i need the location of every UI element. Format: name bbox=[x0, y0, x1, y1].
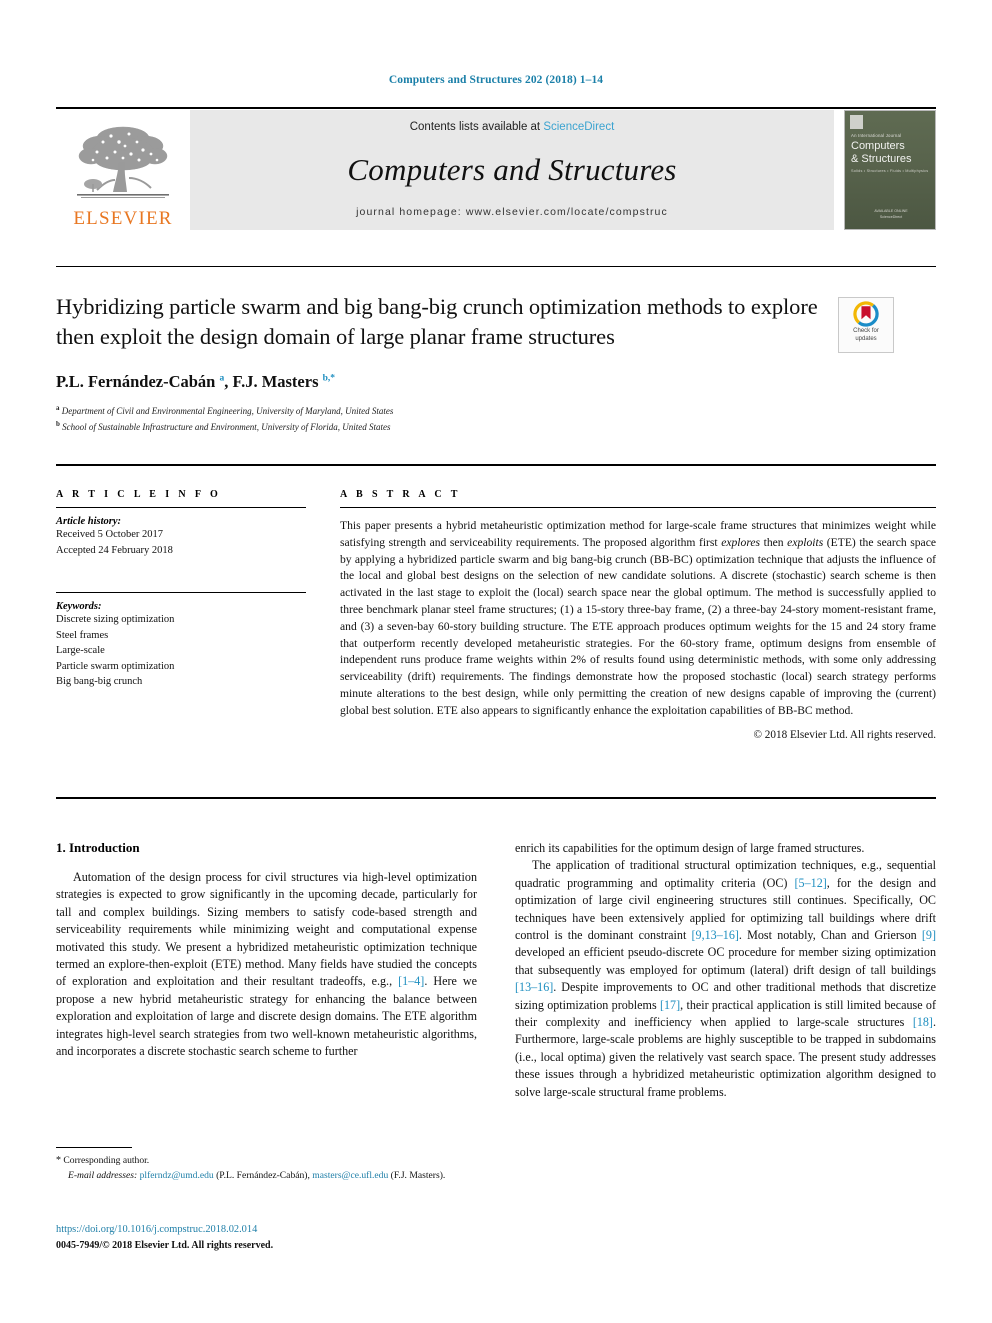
cover-subtitle: Solids • Structures • Fluids • Multiphys… bbox=[851, 169, 929, 173]
elsevier-tree-icon bbox=[77, 126, 169, 198]
article-history-label: Article history: bbox=[56, 516, 122, 527]
article-history-received: Received 5 October 2017 bbox=[56, 529, 164, 540]
article-history-accepted: Accepted 24 February 2018 bbox=[56, 544, 173, 556]
footnote-rule bbox=[56, 1147, 132, 1148]
affiliation-b: b School of Sustainable Infrastructure a… bbox=[56, 419, 846, 435]
abstract-heading: A B S T R A C T bbox=[340, 489, 461, 500]
journal-masthead: ELSEVIER Contents lists available at Sci… bbox=[56, 110, 936, 230]
doi-link[interactable]: https://doi.org/10.1016/j.compstruc.2018… bbox=[56, 1222, 477, 1238]
intro-paragraph-right-2: The application of traditional structura… bbox=[515, 858, 937, 1099]
affiliation-a-marker: a bbox=[56, 404, 60, 413]
elsevier-logo: ELSEVIER bbox=[56, 110, 190, 230]
intro-paragraph-left: Automation of the design process for civ… bbox=[56, 870, 477, 1059]
affiliation-list: a Department of Civil and Environmental … bbox=[56, 403, 846, 434]
title-block: Hybridizing particle swarm and big bang-… bbox=[56, 292, 846, 435]
cover-elsevier-icon bbox=[850, 115, 863, 129]
keyword-item: Particle swarm optimization bbox=[56, 660, 175, 672]
cover-footer: AVAILABLE ONLINE ScienceDirect bbox=[874, 209, 908, 219]
article-info-heading: A R T I C L E I N F O bbox=[56, 489, 222, 500]
abstract-bottom-rule bbox=[56, 797, 936, 800]
crossmark-icon bbox=[853, 301, 879, 327]
doi-block: https://doi.org/10.1016/j.compstruc.2018… bbox=[56, 1222, 477, 1253]
keywords-block: Keywords: Discrete sizing optimization S… bbox=[56, 592, 306, 690]
section-heading-introduction: 1. Introduction bbox=[56, 840, 140, 855]
masthead-center: Contents lists available at ScienceDirec… bbox=[190, 110, 834, 230]
issn-copyright-line: 0045-7949/© 2018 Elsevier Ltd. All right… bbox=[56, 1239, 274, 1251]
abstract-top-rule bbox=[56, 464, 936, 467]
contents-available-line: Contents lists available at ScienceDirec… bbox=[410, 121, 615, 133]
intro-paragraph-right-1: enrich its capabilities for the optimum … bbox=[515, 841, 865, 855]
affiliation-a: a Department of Civil and Environmental … bbox=[56, 403, 846, 419]
email-addresses-note: E-mail addresses: plferndz@umd.edu (P.L.… bbox=[68, 1169, 446, 1181]
journal-cover-thumbnail[interactable]: An International Journal Computers & Str… bbox=[844, 110, 936, 230]
abstract-column: A B S T R A C T This paper presents a hy… bbox=[340, 489, 936, 741]
cover-journal-name: Computers & Structures bbox=[851, 140, 912, 166]
sciencedirect-link[interactable]: ScienceDirect bbox=[543, 121, 614, 133]
elsevier-wordmark: ELSEVIER bbox=[73, 208, 173, 229]
paper-page: Computers and Structures 202 (2018) 1–14 bbox=[0, 0, 992, 1323]
keyword-item: Discrete sizing optimization bbox=[56, 614, 175, 626]
masthead-top-rule bbox=[56, 107, 936, 109]
keyword-item: Steel frames bbox=[56, 629, 109, 641]
affiliation-b-marker: b bbox=[56, 419, 60, 428]
affiliation-b-text: School of Sustainable Infrastructure and… bbox=[62, 421, 391, 432]
crossmark-badge[interactable]: Check for updates bbox=[838, 297, 894, 353]
affiliation-a-text: Department of Civil and Environmental En… bbox=[61, 406, 394, 417]
keywords-label: Keywords: bbox=[56, 601, 102, 613]
contents-prefix: Contents lists available at bbox=[409, 121, 544, 133]
corresponding-author-note: * Corresponding author. bbox=[56, 1155, 150, 1166]
journal-homepage-link[interactable]: journal homepage: www.elsevier.com/locat… bbox=[356, 206, 668, 218]
keywords-rule bbox=[56, 592, 306, 594]
crossmark-label: Check for updates bbox=[853, 328, 879, 342]
article-info-column: A R T I C L E I N F O Article history: R… bbox=[56, 489, 306, 690]
journal-title: Computers and Structures bbox=[347, 152, 677, 187]
page-title: Hybridizing particle swarm and big bang-… bbox=[56, 294, 818, 350]
article-info-rule bbox=[56, 507, 306, 508]
cover-kicker: An International Journal bbox=[851, 133, 902, 138]
footnote-block: * Corresponding author. E-mail addresses… bbox=[56, 1153, 477, 1183]
title-separator-rule bbox=[56, 266, 936, 268]
abstract-copyright: © 2018 Elsevier Ltd. All rights reserved… bbox=[753, 728, 937, 741]
abstract-text: This paper presents a hybrid metaheurist… bbox=[340, 519, 936, 717]
cover-name-line2: & Structures bbox=[851, 152, 912, 165]
body-column-right: enrich its capabilities for the optimum … bbox=[515, 840, 936, 1240]
running-head: Computers and Structures 202 (2018) 1–14 bbox=[388, 74, 604, 86]
keyword-item: Large-scale bbox=[56, 645, 105, 657]
keyword-item: Big bang-big crunch bbox=[56, 676, 143, 688]
author-list: P.L. Fernández-Cabán a, F.J. Masters b,* bbox=[56, 372, 336, 392]
cover-name-line1: Computers bbox=[851, 140, 905, 152]
abstract-rule bbox=[340, 507, 936, 508]
